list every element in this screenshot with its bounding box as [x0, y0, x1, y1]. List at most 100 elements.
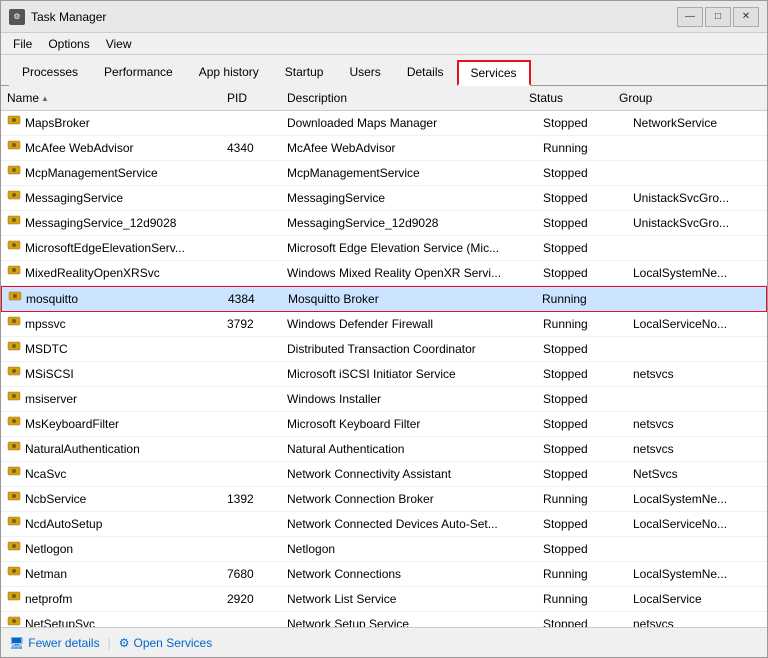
- table-row[interactable]: MessagingService_12d9028 MessagingServic…: [1, 211, 767, 236]
- cell-pid: [221, 271, 281, 275]
- open-services-button[interactable]: ⚙ Open Services: [119, 636, 212, 650]
- tab-details[interactable]: Details: [394, 60, 457, 86]
- cell-description: Downloaded Maps Manager: [281, 111, 537, 135]
- table-row[interactable]: netprofm 2920 Network List Service Runni…: [1, 587, 767, 612]
- status-bar: 🖥 Fewer details | ⚙ Open Services: [1, 627, 767, 657]
- table-row[interactable]: Netman 7680 Network Connections Running …: [1, 562, 767, 587]
- cell-status: Running: [537, 587, 627, 611]
- cell-description: McAfee WebAdvisor: [281, 136, 537, 160]
- col-header-pid[interactable]: PID: [221, 88, 281, 108]
- menu-view[interactable]: View: [98, 35, 140, 53]
- menu-file[interactable]: File: [5, 35, 40, 53]
- table-row[interactable]: MSDTC Distributed Transaction Coordinato…: [1, 337, 767, 362]
- table-row[interactable]: MapsBroker Downloaded Maps Manager Stopp…: [1, 111, 767, 136]
- cell-description: Network Connectivity Assistant: [281, 462, 537, 486]
- table-row[interactable]: McAfee WebAdvisor 4340 McAfee WebAdvisor…: [1, 136, 767, 161]
- service-icon: [7, 113, 21, 133]
- minimize-button[interactable]: —: [677, 7, 703, 27]
- service-icon: [7, 339, 21, 359]
- cell-group: LocalServiceNo...: [627, 312, 767, 336]
- cell-status: Stopped: [537, 437, 627, 461]
- service-icon: [7, 138, 21, 158]
- cell-name: MicrosoftEdgeElevationServ...: [1, 236, 221, 260]
- cell-name: NcbService: [1, 487, 221, 511]
- table-row[interactable]: mosquitto 4384 Mosquitto Broker Running: [1, 286, 767, 312]
- tab-users[interactable]: Users: [336, 60, 393, 86]
- cell-group: [627, 146, 767, 150]
- table-row[interactable]: McpManagementService McpManagementServic…: [1, 161, 767, 186]
- cell-group: netsvcs: [627, 362, 767, 386]
- table-row[interactable]: Netlogon Netlogon Stopped: [1, 537, 767, 562]
- tab-services[interactable]: Services: [457, 60, 531, 86]
- cell-status: Stopped: [537, 236, 627, 260]
- tab-app-history[interactable]: App history: [186, 60, 272, 86]
- col-header-description[interactable]: Description: [281, 88, 523, 108]
- cell-name: McpManagementService: [1, 161, 221, 185]
- cell-group: [627, 347, 767, 351]
- title-bar: ⚙ Task Manager — □ ✕: [1, 1, 767, 33]
- cell-pid: [221, 246, 281, 250]
- table-row[interactable]: NcbService 1392 Network Connection Broke…: [1, 487, 767, 512]
- cell-pid: [221, 472, 281, 476]
- menu-options[interactable]: Options: [40, 35, 97, 53]
- task-manager-icon: ⚙: [9, 9, 25, 25]
- table-row[interactable]: NetSetupSvc Network Setup Service Stoppe…: [1, 612, 767, 627]
- cell-description: Mosquitto Broker: [282, 287, 536, 311]
- cell-pid: [221, 221, 281, 225]
- cell-description: Microsoft Edge Elevation Service (Mic...: [281, 236, 537, 260]
- cell-status: Stopped: [537, 387, 627, 411]
- open-services-icon: ⚙: [119, 636, 130, 650]
- window-controls: — □ ✕: [677, 7, 759, 27]
- cell-pid: 4384: [222, 287, 282, 311]
- cell-status: Stopped: [537, 111, 627, 135]
- cell-pid: [221, 397, 281, 401]
- menu-bar: File Options View: [1, 33, 767, 55]
- cell-description: McpManagementService: [281, 161, 537, 185]
- service-icon: [7, 539, 21, 559]
- cell-status: Stopped: [537, 211, 627, 235]
- tab-processes[interactable]: Processes: [9, 60, 91, 86]
- cell-status: Stopped: [537, 537, 627, 561]
- cell-description: MessagingService_12d9028: [281, 211, 537, 235]
- cell-pid: 1392: [221, 487, 281, 511]
- fewer-details-button[interactable]: 🖥 Fewer details: [9, 636, 100, 650]
- table-row[interactable]: MessagingService MessagingService Stoppe…: [1, 186, 767, 211]
- service-icon: [7, 188, 21, 208]
- service-icon: [7, 564, 21, 584]
- table-row[interactable]: MsKeyboardFilter Microsoft Keyboard Filt…: [1, 412, 767, 437]
- table-row[interactable]: msiserver Windows Installer Stopped: [1, 387, 767, 412]
- title-bar-left: ⚙ Task Manager: [9, 9, 106, 25]
- cell-group: [627, 246, 767, 250]
- cell-name: Netlogon: [1, 537, 221, 561]
- table-row[interactable]: MSiSCSI Microsoft iSCSI Initiator Servic…: [1, 362, 767, 387]
- col-header-status[interactable]: Status: [523, 88, 613, 108]
- cell-pid: [221, 547, 281, 551]
- cell-group: NetSvcs: [627, 462, 767, 486]
- service-icon: [7, 238, 21, 258]
- cell-group: LocalServiceNo...: [627, 512, 767, 536]
- services-table-body[interactable]: MapsBroker Downloaded Maps Manager Stopp…: [1, 111, 767, 627]
- table-row[interactable]: mpssvc 3792 Windows Defender Firewall Ru…: [1, 312, 767, 337]
- table-row[interactable]: NaturalAuthentication Natural Authentica…: [1, 437, 767, 462]
- col-header-group[interactable]: Group: [613, 88, 753, 108]
- cell-group: UnistackSvcGro...: [627, 211, 767, 235]
- cell-status: Running: [537, 562, 627, 586]
- table-row[interactable]: NcdAutoSetup Network Connected Devices A…: [1, 512, 767, 537]
- table-row[interactable]: MixedRealityOpenXRSvc Windows Mixed Real…: [1, 261, 767, 286]
- table-row[interactable]: NcaSvc Network Connectivity Assistant St…: [1, 462, 767, 487]
- maximize-button[interactable]: □: [705, 7, 731, 27]
- close-button[interactable]: ✕: [733, 7, 759, 27]
- cell-group: LocalSystemNe...: [627, 261, 767, 285]
- cell-pid: [221, 171, 281, 175]
- tab-startup[interactable]: Startup: [272, 60, 337, 86]
- cell-pid: 7680: [221, 562, 281, 586]
- col-header-name[interactable]: Name ▲: [1, 88, 221, 108]
- table-row[interactable]: MicrosoftEdgeElevationServ... Microsoft …: [1, 236, 767, 261]
- cell-status: Running: [536, 287, 626, 311]
- cell-pid: [221, 622, 281, 626]
- cell-name: mosquitto: [2, 287, 222, 311]
- cell-description: Network Connection Broker: [281, 487, 537, 511]
- fewer-details-icon: 🖥: [9, 636, 24, 650]
- tab-performance[interactable]: Performance: [91, 60, 186, 86]
- cell-description: Natural Authentication: [281, 437, 537, 461]
